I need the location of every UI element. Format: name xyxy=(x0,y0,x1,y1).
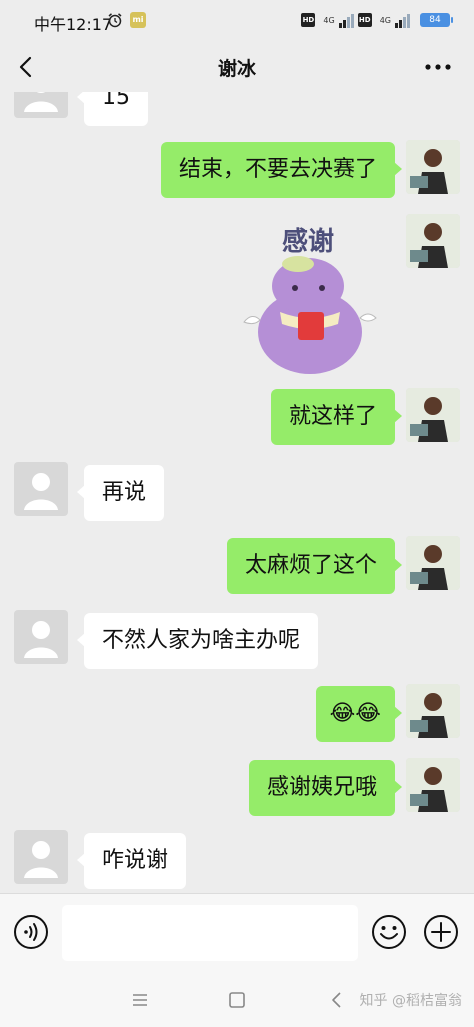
back-triangle-icon[interactable] xyxy=(325,988,349,1012)
contact-avatar[interactable] xyxy=(14,462,68,516)
thanks-sticker[interactable]: 感谢 xyxy=(240,214,390,374)
status-bar: 中午12:17 mi HD 4G HD 4G 84 xyxy=(0,0,474,42)
menu-icon[interactable] xyxy=(128,988,152,1012)
mi-app-icon: mi xyxy=(130,12,146,28)
message-bubble-in[interactable]: 再说 xyxy=(76,465,165,521)
voice-icon[interactable] xyxy=(13,914,49,950)
message-bubble-out[interactable]: 太麻烦了这个 xyxy=(226,538,403,594)
home-square-icon[interactable] xyxy=(225,988,249,1012)
hd-badge-2: HD xyxy=(357,13,372,27)
plus-circle-icon[interactable] xyxy=(423,914,459,950)
watermark: 知乎 @稻桔富翁 xyxy=(359,993,462,1009)
user-avatar[interactable] xyxy=(406,536,460,590)
message-bubble-emoji[interactable]: 😂😂 xyxy=(315,686,403,742)
message-bubble-out[interactable]: 就这样了 xyxy=(270,389,403,445)
signal-icon xyxy=(338,12,354,28)
smiley-icon[interactable] xyxy=(371,914,407,950)
input-bar xyxy=(0,893,474,973)
message-bubble-out[interactable]: 感谢姨兄哦 xyxy=(248,760,403,816)
status-right: HD 4G HD 4G 84 xyxy=(301,10,453,30)
system-nav-bar: 知乎 @稻桔富翁 xyxy=(0,973,474,1027)
chevron-left-icon[interactable] xyxy=(14,54,40,80)
battery-icon: 84 xyxy=(420,13,453,27)
signal-icon-2 xyxy=(395,12,410,28)
chat-area[interactable]: 15 结束，不要去决赛了 感谢 就这样了 再说 太麻烦了这个 不然人家为啥主办呢… xyxy=(0,92,474,892)
message-bubble-in[interactable]: 不然人家为啥主办呢 xyxy=(76,613,319,669)
user-avatar[interactable] xyxy=(406,214,460,268)
network-label-2: 4G xyxy=(379,15,391,25)
network-label: 4G xyxy=(323,15,335,25)
user-avatar[interactable] xyxy=(406,758,460,812)
message-bubble-out[interactable]: 结束，不要去决赛了 xyxy=(160,142,403,198)
alarm-clock-icon xyxy=(108,13,122,28)
message-input[interactable] xyxy=(62,905,358,961)
user-avatar[interactable] xyxy=(406,140,460,194)
contact-avatar[interactable] xyxy=(14,610,68,664)
user-avatar[interactable] xyxy=(406,388,460,442)
message-bubble-in[interactable]: 15 xyxy=(77,92,148,126)
chat-header: 谢冰 xyxy=(0,42,474,92)
user-avatar[interactable] xyxy=(406,684,460,738)
chat-title: 谢冰 xyxy=(217,58,256,80)
hd-badge: HD xyxy=(301,13,316,27)
status-time: 中午12:17 xyxy=(34,15,113,34)
contact-avatar[interactable] xyxy=(14,830,68,884)
contact-avatar[interactable] xyxy=(14,92,68,118)
message-bubble-in[interactable]: 咋说谢 xyxy=(76,833,187,889)
more-dots-icon[interactable] xyxy=(422,54,454,80)
sticker-text: 感谢 xyxy=(282,226,334,257)
